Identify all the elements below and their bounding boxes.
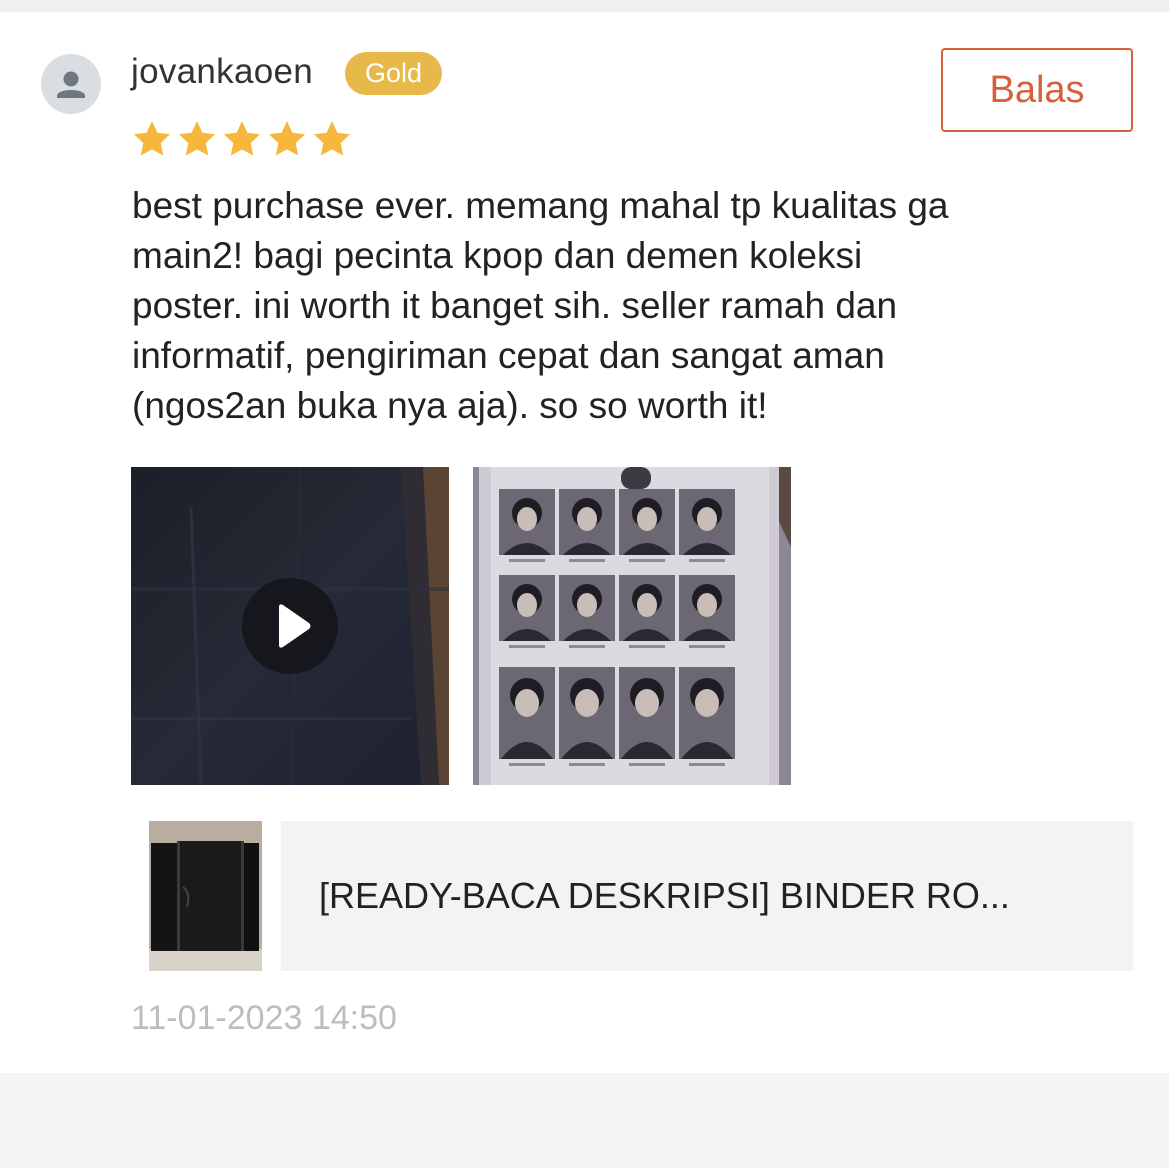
bottom-divider [0,1073,1169,1168]
star-icon [311,118,353,160]
star-icon [221,118,263,160]
review-timestamp: 11-01-2023 14:50 [131,999,397,1037]
star-icon [176,118,218,160]
review-photo-thumbnail[interactable] [473,467,791,785]
avatar[interactable] [41,54,101,114]
rating-stars [131,118,356,160]
star-icon [131,118,173,160]
review-text-line: best purchase ever. memang mahal tp kual… [132,185,949,226]
play-button[interactable] [242,578,338,674]
review-text-line: (ngos2an buka nya aja). so so worth it! [132,385,768,426]
review-text: best purchase ever. memang mahal tp kual… [132,181,1122,431]
member-badge: Gold [345,52,442,95]
reply-button[interactable]: Balas [941,48,1133,132]
review-text-line: main2! bagi pecinta kpop dan demen kolek… [132,235,863,276]
play-icon [279,604,311,648]
product-title: [READY-BACA DESKRIPSI] BINDER RO... [319,875,1010,916]
product-thumbnail[interactable] [149,821,262,971]
username[interactable]: jovankaoen [131,50,313,94]
review-text-line: poster. ini worth it banget sih. seller … [132,285,898,326]
product-image [149,821,262,971]
review-video-thumbnail[interactable] [131,467,449,785]
review-text-line: informatif, pengiriman cepat dan sangat … [132,335,885,376]
photo-preview-image [473,467,791,785]
star-icon [266,118,308,160]
top-divider [0,0,1169,12]
person-icon [57,71,85,98]
product-link[interactable]: [READY-BACA DESKRIPSI] BINDER RO... [281,821,1133,971]
